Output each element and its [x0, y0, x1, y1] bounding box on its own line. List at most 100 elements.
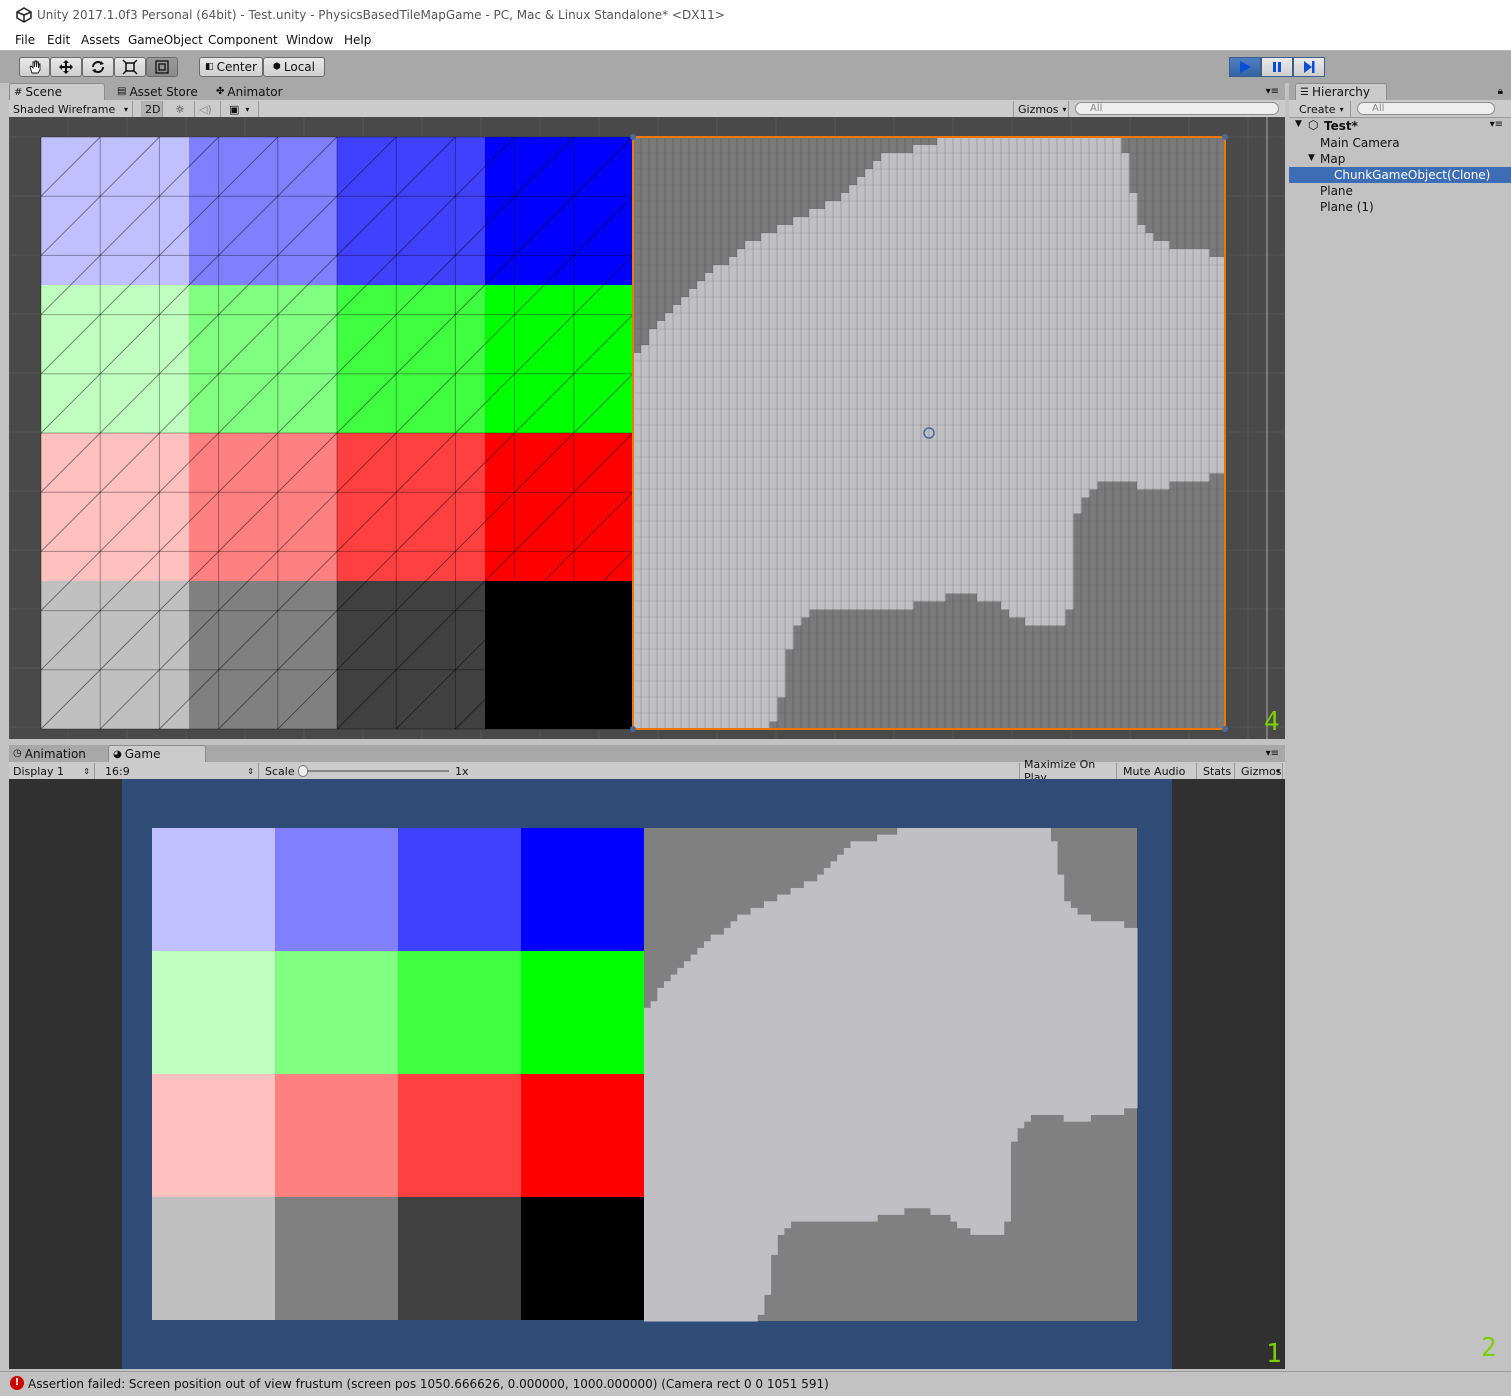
display-dropdown[interactable]: Display 1 ⇕ [9, 763, 95, 779]
map-light-tile [1105, 321, 1114, 330]
map-light-tile [633, 553, 642, 562]
scene-panel-menu-icon[interactable]: ▾≡ [1266, 86, 1279, 97]
menu-component[interactable]: Component [208, 33, 278, 47]
effects-dropdown[interactable]: ▣▾ [225, 101, 259, 117]
map-light-tile [745, 241, 754, 250]
map-light-tile [729, 473, 738, 482]
lighting-toggle[interactable]: ☼ [171, 101, 195, 117]
map-light-tile [937, 153, 946, 162]
map-light-tile [913, 313, 922, 322]
map-light-tile [1025, 457, 1034, 466]
rect-tool-button[interactable] [146, 57, 178, 77]
scene-tab-strip: #Scene ▤Asset Store ✤Animator ▾≡ [9, 83, 1285, 100]
map-light-tile [961, 513, 970, 522]
play-button[interactable] [1229, 57, 1261, 77]
map-light-tile [1097, 369, 1106, 378]
map-light-tile [817, 297, 826, 306]
hand-tool-button[interactable] [19, 57, 50, 77]
menu-edit[interactable]: Edit [47, 33, 70, 47]
maximize-on-play-toggle[interactable]: Maximize On Play [1019, 763, 1117, 779]
map-light-tile [1041, 289, 1050, 298]
menu-gameobject[interactable]: GameObject [128, 33, 203, 47]
map-light-tile [705, 673, 714, 682]
map-light-tile [1129, 425, 1138, 434]
step-button[interactable] [1293, 57, 1325, 77]
map-light-tile [771, 928, 778, 935]
tab-scene[interactable]: #Scene [9, 83, 105, 100]
map-light-tile [921, 169, 930, 178]
pivot-local-button[interactable]: ⬢Local [263, 57, 325, 77]
map-light-tile [857, 545, 866, 554]
map-light-tile [737, 425, 746, 434]
map-light-tile [1001, 289, 1010, 298]
move-tool-button[interactable] [50, 57, 82, 77]
map-light-tile [921, 417, 930, 426]
map-light-tile [737, 569, 746, 578]
map-light-tile [1017, 465, 1026, 474]
tab-animation[interactable]: ◷Animation [9, 745, 105, 762]
map-light-tile [797, 901, 804, 908]
map-light-tile [793, 345, 802, 354]
tab-game[interactable]: ◕Game [108, 745, 206, 762]
game-view[interactable]: 1 [9, 779, 1285, 1369]
scene-search-input[interactable]: All [1075, 102, 1279, 115]
stats-toggle[interactable]: Stats [1199, 763, 1235, 779]
audio-toggle[interactable]: ◁) [195, 101, 221, 117]
map-light-tile [945, 209, 954, 218]
map-light-tile [1010, 928, 1017, 935]
map-light-tile [937, 185, 946, 194]
map-light-tile [937, 569, 946, 578]
map-light-tile [969, 185, 978, 194]
gizmos-dropdown[interactable]: Gizmos▾ [1013, 101, 1069, 117]
scene-view[interactable]: 4 [9, 117, 1285, 739]
menu-file[interactable]: File [15, 33, 35, 47]
rotate-tool-button[interactable] [82, 57, 114, 77]
map-light-tile [904, 875, 911, 882]
map-light-tile [969, 473, 978, 482]
map-light-tile [1097, 153, 1106, 162]
map-light-tile [884, 935, 891, 942]
mute-audio-toggle[interactable]: Mute Audio [1119, 763, 1197, 779]
map-light-tile [745, 545, 754, 554]
tab-asset-store[interactable]: ▤Asset Store [113, 83, 211, 100]
scale-slider-thumb[interactable] [298, 765, 308, 777]
map-light-tile [793, 585, 802, 594]
map-light-tile [970, 881, 977, 888]
map-light-tile [729, 497, 738, 506]
map-light-tile [753, 409, 762, 418]
map-light-tile [657, 713, 666, 722]
map-light-tile [921, 305, 930, 314]
map-light-tile [1033, 593, 1042, 602]
aspect-dropdown[interactable]: 16:9 ⇕ [101, 763, 259, 779]
scale-slider-track[interactable] [301, 770, 449, 772]
map-light-tile [1169, 313, 1178, 322]
map-light-tile [1033, 353, 1042, 362]
game-gizmos-dropdown[interactable]: Gizmos▾ [1237, 763, 1283, 779]
map-light-tile [797, 908, 804, 915]
map-light-tile [857, 585, 866, 594]
map-light-tile [697, 537, 706, 546]
map-light-tile [697, 553, 706, 562]
map-light-tile [1030, 901, 1037, 908]
game-panel-menu-icon[interactable]: ▾≡ [1266, 748, 1279, 759]
map-light-tile [705, 297, 714, 306]
map-light-tile [1024, 841, 1031, 848]
map-light-tile [721, 481, 730, 490]
map-light-tile [1033, 401, 1042, 410]
menu-help[interactable]: Help [344, 33, 371, 47]
pause-button[interactable] [1261, 57, 1293, 77]
map-light-tile [1137, 481, 1146, 490]
map-light-tile [921, 289, 930, 298]
map-light-tile [1084, 941, 1091, 948]
toggle-2d-button[interactable]: 2D [141, 101, 163, 117]
pivot-center-button[interactable]: ◧Center [199, 57, 263, 77]
draw-mode-dropdown[interactable]: Shaded Wireframe ▾ [9, 101, 133, 117]
map-light-tile [937, 915, 944, 922]
map-light-tile [831, 955, 838, 962]
tab-animator[interactable]: ✤Animator [212, 83, 302, 100]
map-light-tile [930, 908, 937, 915]
scale-tool-button[interactable] [114, 57, 146, 77]
menu-assets[interactable]: Assets [81, 33, 120, 47]
map-light-tile [1124, 941, 1131, 948]
menu-window[interactable]: Window [286, 33, 333, 47]
